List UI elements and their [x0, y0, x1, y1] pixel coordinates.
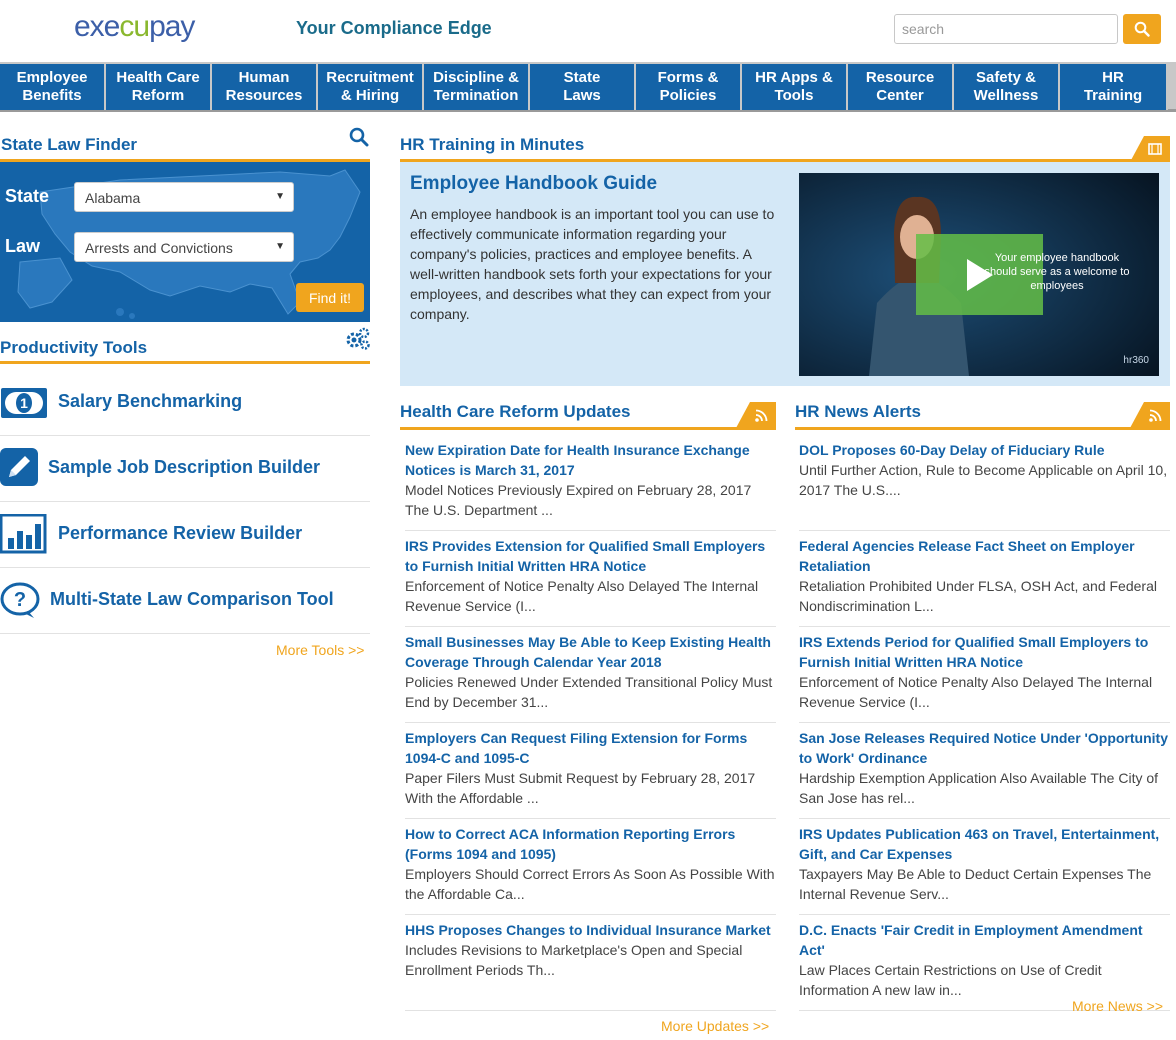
list-item: Employers Can Request Filing Extension f…	[405, 728, 776, 819]
nav-item[interactable]: State Laws	[530, 64, 636, 110]
video-caption: Your employee handbook should serve as a…	[984, 252, 1130, 292]
main-nav: Employee Benefits Health Care Reform Human…	[0, 62, 1176, 112]
news-headline-link[interactable]: IRS Provides Extension for Qualified Sma…	[405, 536, 776, 576]
caret-down-icon: ▼	[275, 191, 285, 202]
hr-news-title: HR News Alerts	[795, 402, 921, 421]
search-input[interactable]	[894, 14, 1118, 44]
news-headline-link[interactable]: Federal Agencies Release Fact Sheet on E…	[799, 536, 1170, 576]
news-headline-link[interactable]: New Expiration Date for Health Insurance…	[405, 440, 776, 480]
gears-icon	[346, 327, 370, 350]
hcr-updates-title: Health Care Reform Updates	[400, 402, 631, 421]
nav-item[interactable]: Employee Benefits	[0, 64, 106, 110]
law-label: Law	[5, 236, 41, 256]
section-rule	[0, 361, 370, 364]
tool-salary-benchmarking[interactable]: 1 Salary Benchmarking	[0, 370, 370, 436]
nav-item[interactable]: Forms & Policies	[636, 64, 742, 110]
news-summary: Enforcement of Notice Penalty Also Delay…	[405, 578, 759, 614]
list-item: DOL Proposes 60-Day Delay of Fiduciary R…	[799, 440, 1170, 531]
pencil-icon	[0, 448, 38, 486]
news-summary: Model Notices Previously Expired on Febr…	[405, 482, 752, 518]
news-headline-link[interactable]: IRS Updates Publication 463 on Travel, E…	[799, 824, 1170, 864]
news-headline-link[interactable]: Small Businesses May Be Able to Keep Exi…	[405, 632, 776, 672]
nav-item[interactable]: Human Resources	[212, 64, 318, 110]
state-law-finder: State Alabama ▼ Law Arrests and Convicti…	[0, 162, 370, 322]
tool-job-description-builder[interactable]: Sample Job Description Builder	[0, 436, 370, 502]
hr360-logo: hr360	[1123, 355, 1149, 366]
list-item: How to Correct ACA Information Reporting…	[405, 824, 776, 915]
news-summary: Retaliation Prohibited Under FLSA, OSH A…	[799, 578, 1157, 614]
news-headline-link[interactable]: Employers Can Request Filing Extension f…	[405, 728, 776, 768]
news-summary: Policies Renewed Under Extended Transiti…	[405, 674, 773, 710]
news-summary: Employers Should Correct Errors As Soon …	[405, 866, 775, 902]
training-video[interactable]: Your employee handbook should serve as a…	[799, 173, 1159, 376]
nav-item[interactable]: HR Apps & Tools	[742, 64, 848, 110]
nav-item[interactable]: Safety & Wellness	[954, 64, 1060, 110]
rss-icon	[1149, 409, 1162, 422]
state-law-finder-title: State Law Finder	[1, 135, 138, 154]
list-item: IRS Updates Publication 463 on Travel, E…	[799, 824, 1170, 915]
news-summary: Hardship Exemption Application Also Avai…	[799, 770, 1159, 806]
nav-item[interactable]: Resource Center	[848, 64, 954, 110]
nav-item[interactable]: Health Care Reform	[106, 64, 212, 110]
news-summary: Enforcement of Notice Penalty Also Delay…	[799, 674, 1153, 710]
training-heading[interactable]: Employee Handbook Guide	[410, 173, 657, 195]
more-updates-link[interactable]: More Updates >>	[661, 1018, 769, 1034]
news-summary: Until Further Action, Rule to Become App…	[799, 462, 1168, 498]
training-body: An employee handbook is an important too…	[410, 206, 775, 322]
state-select[interactable]: Alabama ▼	[74, 182, 294, 212]
news-summary: Taxpayers May Be Able to Deduct Certain …	[799, 866, 1152, 902]
question-bubble-icon: ?	[0, 582, 40, 618]
list-item: San Jose Releases Required Notice Under …	[799, 728, 1170, 819]
section-rule	[400, 427, 776, 430]
news-headline-link[interactable]: DOL Proposes 60-Day Delay of Fiduciary R…	[799, 440, 1170, 460]
bar-chart-icon	[0, 514, 47, 554]
news-rss-tab[interactable]	[1130, 402, 1170, 428]
tool-multi-state-law-comparison[interactable]: ? Multi-State Law Comparison Tool	[0, 568, 370, 634]
nav-item[interactable]: Discipline & Termination	[424, 64, 530, 110]
rss-icon	[755, 409, 768, 422]
hr-training-title: HR Training in Minutes	[400, 135, 585, 154]
nav-item[interactable]: Recruitment & Hiring	[318, 64, 424, 110]
list-item: Small Businesses May Be Able to Keep Exi…	[405, 632, 776, 723]
svg-text:1: 1	[20, 395, 28, 411]
search-icon[interactable]	[349, 127, 369, 147]
search-button[interactable]	[1123, 14, 1161, 44]
hcr-rss-tab[interactable]	[736, 402, 776, 428]
news-summary: Paper Filers Must Submit Request by Febr…	[405, 770, 756, 806]
news-headline-link[interactable]: D.C. Enacts 'Fair Credit in Employment A…	[799, 920, 1170, 960]
list-item: HHS Proposes Changes to Individual Insur…	[405, 920, 776, 1011]
site-header: execupay Your Compliance Edge	[0, 0, 1176, 62]
tool-performance-review-builder[interactable]: Performance Review Builder	[0, 502, 370, 568]
find-it-button[interactable]: Find it!	[296, 283, 364, 312]
list-item: Federal Agencies Release Fact Sheet on E…	[799, 536, 1170, 627]
law-select[interactable]: Arrests and Convictions ▼	[74, 232, 294, 262]
more-tools-link[interactable]: More Tools >>	[276, 642, 364, 658]
execupay-logo[interactable]: execupay	[74, 10, 195, 44]
list-item: New Expiration Date for Health Insurance…	[405, 440, 776, 531]
list-item: IRS Extends Period for Qualified Small E…	[799, 632, 1170, 723]
news-headline-link[interactable]: How to Correct ACA Information Reporting…	[405, 824, 776, 864]
nav-item[interactable]: HR Training	[1060, 64, 1168, 110]
list-item: IRS Provides Extension for Qualified Sma…	[405, 536, 776, 627]
news-headline-link[interactable]: HHS Proposes Changes to Individual Insur…	[405, 920, 776, 940]
state-label: State	[5, 186, 50, 206]
news-summary: Includes Revisions to Marketplace's Open…	[405, 942, 743, 978]
film-icon	[1148, 143, 1162, 155]
svg-text:?: ?	[14, 589, 26, 611]
news-headline-link[interactable]: IRS Extends Period for Qualified Small E…	[799, 632, 1170, 672]
section-rule	[795, 427, 1170, 430]
search-icon	[1134, 21, 1150, 37]
more-news-link[interactable]: More News >>	[1072, 998, 1163, 1014]
dollar-bill-icon: 1	[1, 388, 47, 418]
training-panel: Employee Handbook Guide An employee hand…	[400, 162, 1170, 386]
tagline: Your Compliance Edge	[296, 18, 492, 38]
news-summary: Law Places Certain Restrictions on Use o…	[799, 962, 1102, 998]
news-headline-link[interactable]: San Jose Releases Required Notice Under …	[799, 728, 1170, 768]
productivity-tools-title: Productivity Tools	[0, 338, 148, 357]
caret-down-icon: ▼	[275, 241, 285, 252]
